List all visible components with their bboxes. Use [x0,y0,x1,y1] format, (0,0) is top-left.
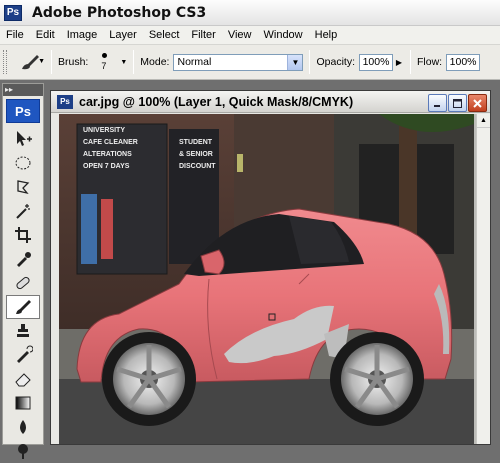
menu-bar: File Edit Image Layer Select Filter View… [0,26,500,45]
store-sign-line-3: ALTERATIONS [83,151,132,158]
divider [133,50,135,74]
menu-view[interactable]: View [222,29,258,41]
eraser-tool-icon[interactable] [6,367,40,391]
store-sign-2-line-2: & SENIOR [179,151,213,158]
canvas-left-margin [51,114,59,444]
divider [51,50,52,74]
chevron-down-icon[interactable]: ▼ [287,54,303,70]
brush-size: 7 [101,61,107,71]
opacity-slider-toggle-icon[interactable]: ▶ [394,54,404,71]
menu-filter[interactable]: Filter [185,29,221,41]
mode-select[interactable]: Normal ▼ [173,53,304,71]
marquee-tool-icon[interactable] [6,151,40,175]
maximize-icon[interactable] [448,94,467,112]
blur-tool-icon[interactable] [6,415,40,439]
chevron-down-icon: ▼ [38,58,45,65]
vertical-scrollbar[interactable]: ▲ [476,114,490,444]
menu-image[interactable]: Image [61,29,104,41]
brush-label: Brush: [58,56,89,68]
clone-stamp-tool-icon[interactable] [6,319,40,343]
document-ps-icon: Ps [57,94,73,109]
crop-tool-icon[interactable] [6,223,40,247]
store-sign-2-line-1: STUDENT [179,139,213,146]
scroll-up-icon[interactable]: ▲ [477,114,490,128]
document-title-bar[interactable]: Ps car.jpg @ 100% (Layer 1, Quick Mask/8… [51,91,490,113]
menu-select[interactable]: Select [143,29,186,41]
menu-window[interactable]: Window [258,29,309,41]
photo-canvas[interactable]: UNIVERSITY CAFE CLEANER ALTERATIONS OPEN… [59,114,474,444]
mode-value: Normal [177,56,212,68]
flow-field[interactable]: 100% [446,53,481,71]
store-sign-line-1: UNIVERSITY [83,127,125,134]
gradient-tool-icon[interactable] [6,391,40,415]
move-tool-icon[interactable] [6,127,40,151]
toolbox-collapse-icon[interactable]: ▸▸ [3,84,43,96]
document-title: car.jpg @ 100% (Layer 1, Quick Mask/8/CM… [79,94,354,109]
photoshop-logo-icon: Ps [4,4,22,21]
rear-wheel [330,332,424,426]
menu-edit[interactable]: Edit [30,29,61,41]
menu-file[interactable]: File [0,29,30,41]
app-title: Adobe Photoshop CS3 [32,4,207,21]
options-grip[interactable] [3,50,7,74]
divider [309,50,311,74]
opacity-label: Opacity: [316,56,355,68]
canvas-area: UNIVERSITY CAFE CLEANER ALTERATIONS OPEN… [51,114,490,444]
minimize-icon[interactable] [428,94,447,112]
lasso-tool-icon[interactable] [6,175,40,199]
history-brush-tool-icon[interactable] [6,343,40,367]
healing-brush-tool-icon[interactable] [6,271,40,295]
close-icon[interactable] [468,94,487,112]
eyedropper-tool-icon[interactable] [6,247,40,271]
flow-label: Flow: [417,56,443,68]
store-sign-line-2: CAFE CLEANER [83,139,138,146]
mode-label: Mode: [140,56,170,68]
tool-preset-picker[interactable]: ▼ [15,50,45,74]
menu-help[interactable]: Help [309,29,344,41]
app-title-bar: Ps Adobe Photoshop CS3 [0,0,500,26]
window-controls [428,94,487,112]
document-window: Ps car.jpg @ 100% (Layer 1, Quick Mask/8… [50,90,491,445]
divider [410,50,411,74]
toolbox: ▸▸ Ps [2,83,44,459]
brush-tool-icon[interactable] [6,295,40,319]
magic-wand-tool-icon[interactable] [6,199,40,223]
dodge-tool-icon[interactable] [6,439,40,463]
brush-tip-icon [102,53,108,58]
opacity-field[interactable]: 100% [359,53,393,71]
brush-dropdown-icon[interactable]: ▼ [120,59,127,66]
brush-picker[interactable]: 7 [94,49,118,75]
store-sign-line-4: OPEN 7 DAYS [83,163,130,170]
store-sign-2-line-3: DISCOUNT [179,163,216,170]
menu-layer[interactable]: Layer [103,29,143,41]
toolbox-ps-logo[interactable]: Ps [6,99,40,123]
options-bar: ▼ Brush: 7 ▼ Mode: Normal ▼ Opacity: 100… [0,45,500,80]
front-wheel [102,332,196,426]
